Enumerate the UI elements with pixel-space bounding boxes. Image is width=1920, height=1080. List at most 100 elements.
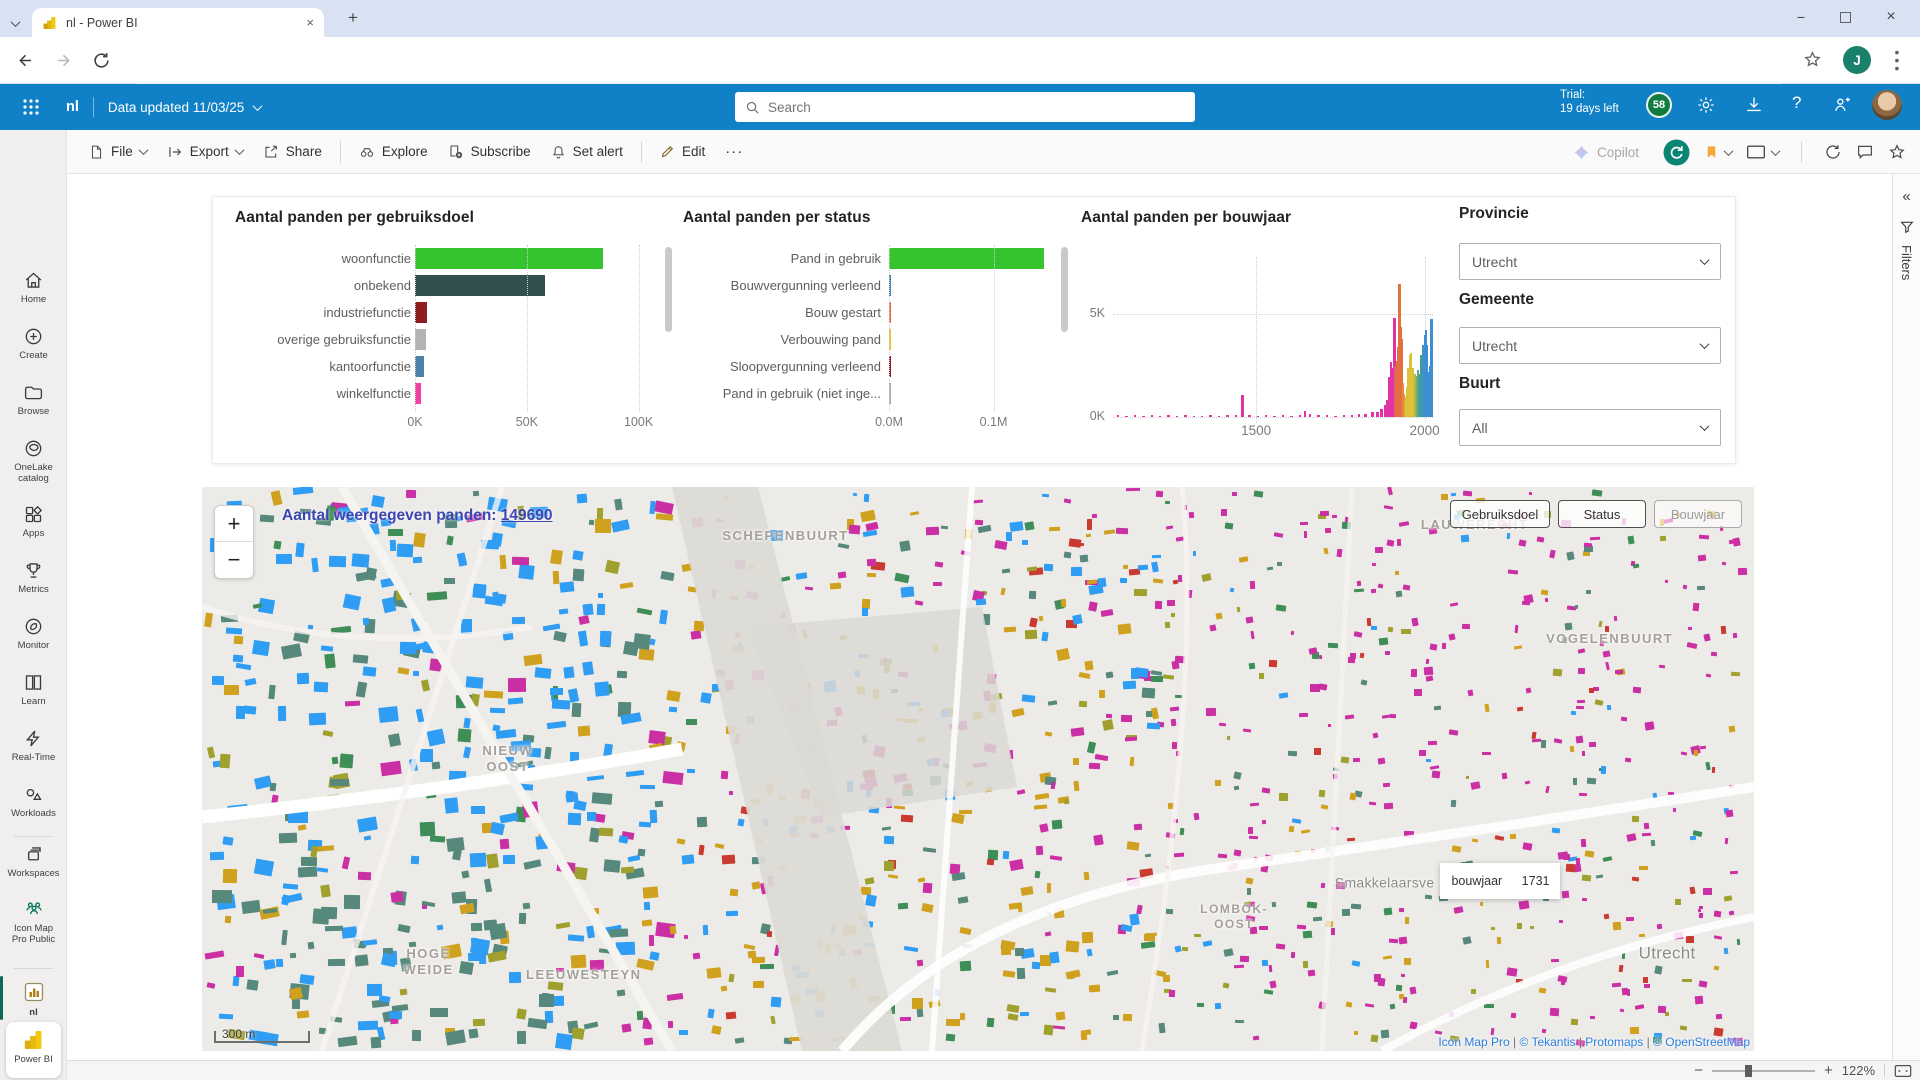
bar[interactable] bbox=[1326, 415, 1328, 417]
set-alert-button[interactable]: Set alert bbox=[541, 138, 633, 166]
view-mode-button[interactable] bbox=[1746, 144, 1779, 160]
bar[interactable] bbox=[1309, 414, 1311, 417]
chart2-scrollbar[interactable] bbox=[1061, 247, 1068, 332]
report-name[interactable]: nl bbox=[66, 99, 79, 115]
bar[interactable] bbox=[1184, 415, 1186, 417]
sidebar-item-home[interactable]: Home bbox=[0, 270, 67, 305]
slicer-dropdown-gemeente[interactable]: Utrecht bbox=[1459, 327, 1721, 364]
bar[interactable] bbox=[1159, 416, 1161, 417]
map-zoom-out-button[interactable]: − bbox=[215, 542, 253, 578]
bar[interactable] bbox=[1364, 414, 1366, 417]
chart1-scrollbar[interactable] bbox=[665, 247, 672, 332]
zoom-in-button[interactable]: + bbox=[1824, 1062, 1833, 1079]
bar[interactable] bbox=[1430, 319, 1432, 417]
share-button[interactable]: Share bbox=[253, 138, 332, 166]
bar[interactable] bbox=[1218, 416, 1220, 417]
map-zoom-in-button[interactable]: + bbox=[215, 506, 253, 542]
bar[interactable] bbox=[415, 302, 427, 323]
help-icon[interactable]: ? bbox=[1792, 93, 1801, 113]
explore-button[interactable]: Explore bbox=[349, 138, 438, 166]
bar[interactable] bbox=[1380, 409, 1382, 417]
filter-funnel-icon[interactable] bbox=[1899, 219, 1915, 235]
bar[interactable] bbox=[1358, 414, 1360, 417]
chart3-plot-area[interactable] bbox=[1113, 275, 1433, 417]
layer-button-status[interactable]: Status bbox=[1558, 500, 1646, 528]
sidebar-item-workloads[interactable]: Workloads bbox=[0, 784, 67, 819]
zoom-slider[interactable] bbox=[1712, 1070, 1815, 1072]
subscribe-button[interactable]: Subscribe bbox=[438, 138, 541, 166]
bar[interactable] bbox=[1248, 415, 1250, 417]
notification-badge[interactable]: 58 bbox=[1646, 92, 1672, 118]
bar[interactable] bbox=[1142, 416, 1144, 417]
sidebar-item-real-time[interactable]: Real-Time bbox=[0, 728, 67, 763]
comments-button[interactable] bbox=[1856, 143, 1874, 161]
new-tab-button[interactable]: + bbox=[348, 8, 358, 28]
slicer-dropdown-buurt[interactable]: All bbox=[1459, 409, 1721, 446]
search-input[interactable] bbox=[768, 100, 1185, 115]
bookmarks-button[interactable] bbox=[1704, 143, 1732, 161]
attribution-link[interactable]: © Tekantis bbox=[1520, 1035, 1576, 1049]
bar[interactable] bbox=[1193, 416, 1195, 417]
expand-filters-icon[interactable]: « bbox=[1893, 188, 1920, 205]
bar[interactable] bbox=[1317, 415, 1319, 417]
bar[interactable] bbox=[1299, 415, 1301, 417]
bar[interactable] bbox=[415, 329, 426, 350]
bar[interactable] bbox=[1257, 416, 1259, 417]
attribution-link[interactable]: Icon Map Pro bbox=[1438, 1035, 1509, 1049]
waffle-menu-icon[interactable] bbox=[22, 98, 40, 116]
refresh-visuals-button[interactable] bbox=[1824, 143, 1842, 161]
fit-to-page-icon[interactable] bbox=[1894, 1064, 1912, 1078]
reset-default-button[interactable] bbox=[1663, 139, 1690, 166]
bar[interactable] bbox=[889, 248, 1044, 269]
copilot-button[interactable]: Copilot bbox=[1563, 138, 1649, 167]
zoom-out-button[interactable]: − bbox=[1694, 1062, 1703, 1079]
bar[interactable] bbox=[1351, 415, 1353, 417]
bar[interactable] bbox=[415, 275, 545, 296]
slicer-dropdown-provincie[interactable]: Utrecht bbox=[1459, 243, 1721, 280]
window-maximize-button[interactable] bbox=[1840, 12, 1851, 23]
layer-button-bouwjaar[interactable]: Bouwjaar bbox=[1654, 500, 1742, 528]
bar[interactable] bbox=[1343, 415, 1345, 417]
sidebar-item-workspaces[interactable]: Workspaces bbox=[0, 844, 67, 879]
bar[interactable] bbox=[1151, 415, 1153, 417]
data-updated-chevron-icon[interactable] bbox=[254, 98, 261, 116]
map-canvas[interactable]: SCHEPENBUURTNIEUW OOSTVOGELENBUURTLAUWER… bbox=[202, 487, 1754, 1051]
window-minimize-button[interactable]: − bbox=[1794, 9, 1808, 25]
bar[interactable] bbox=[1334, 416, 1336, 417]
bar[interactable] bbox=[1134, 415, 1136, 417]
settings-gear-icon[interactable] bbox=[1696, 95, 1716, 115]
feedback-share-icon[interactable] bbox=[1832, 95, 1852, 115]
bar[interactable] bbox=[1235, 415, 1237, 418]
back-icon[interactable] bbox=[16, 51, 35, 70]
data-updated-label[interactable]: Data updated 11/03/25 bbox=[108, 100, 244, 115]
bar[interactable] bbox=[1125, 416, 1127, 417]
browser-profile-avatar[interactable]: J bbox=[1843, 46, 1871, 74]
zoom-slider-handle[interactable] bbox=[1745, 1065, 1752, 1077]
sidebar-item-learn[interactable]: Learn bbox=[0, 672, 67, 707]
file-button[interactable]: File bbox=[79, 138, 157, 166]
bar[interactable] bbox=[1176, 416, 1178, 417]
bar[interactable] bbox=[1290, 416, 1292, 417]
bar[interactable] bbox=[1117, 415, 1119, 417]
bar[interactable] bbox=[1201, 416, 1203, 417]
sidebar-item-browse[interactable]: Browse bbox=[0, 382, 67, 417]
bar[interactable] bbox=[415, 248, 603, 269]
filters-rail-title[interactable]: Filters bbox=[1899, 245, 1914, 280]
bar[interactable] bbox=[1371, 412, 1373, 417]
sidebar-item-icon-map-pro-public[interactable]: Icon Map Pro Public bbox=[0, 898, 67, 945]
bar[interactable] bbox=[1167, 415, 1169, 417]
browser-menu-kebab-icon[interactable]: ••• bbox=[1890, 48, 1904, 72]
reload-icon[interactable] bbox=[92, 51, 111, 70]
download-icon[interactable] bbox=[1744, 95, 1764, 115]
user-avatar[interactable] bbox=[1872, 90, 1902, 120]
layer-button-gebruiksdoel[interactable]: Gebruiksdoel bbox=[1450, 500, 1550, 528]
edit-button[interactable]: Edit bbox=[650, 138, 715, 165]
attribution-link[interactable]: © OpenStreetMap bbox=[1653, 1035, 1750, 1049]
sidebar-item-apps[interactable]: Apps bbox=[0, 504, 67, 539]
browser-tab[interactable]: nl - Power BI × bbox=[32, 8, 324, 37]
sidebar-item-onelake-catalog[interactable]: OneLake catalog bbox=[0, 438, 67, 484]
bar[interactable] bbox=[1282, 415, 1284, 417]
count-value[interactable]: 149690 bbox=[501, 507, 553, 524]
chart2-plot-area[interactable] bbox=[889, 245, 1051, 411]
tab-close-icon[interactable]: × bbox=[306, 15, 314, 30]
